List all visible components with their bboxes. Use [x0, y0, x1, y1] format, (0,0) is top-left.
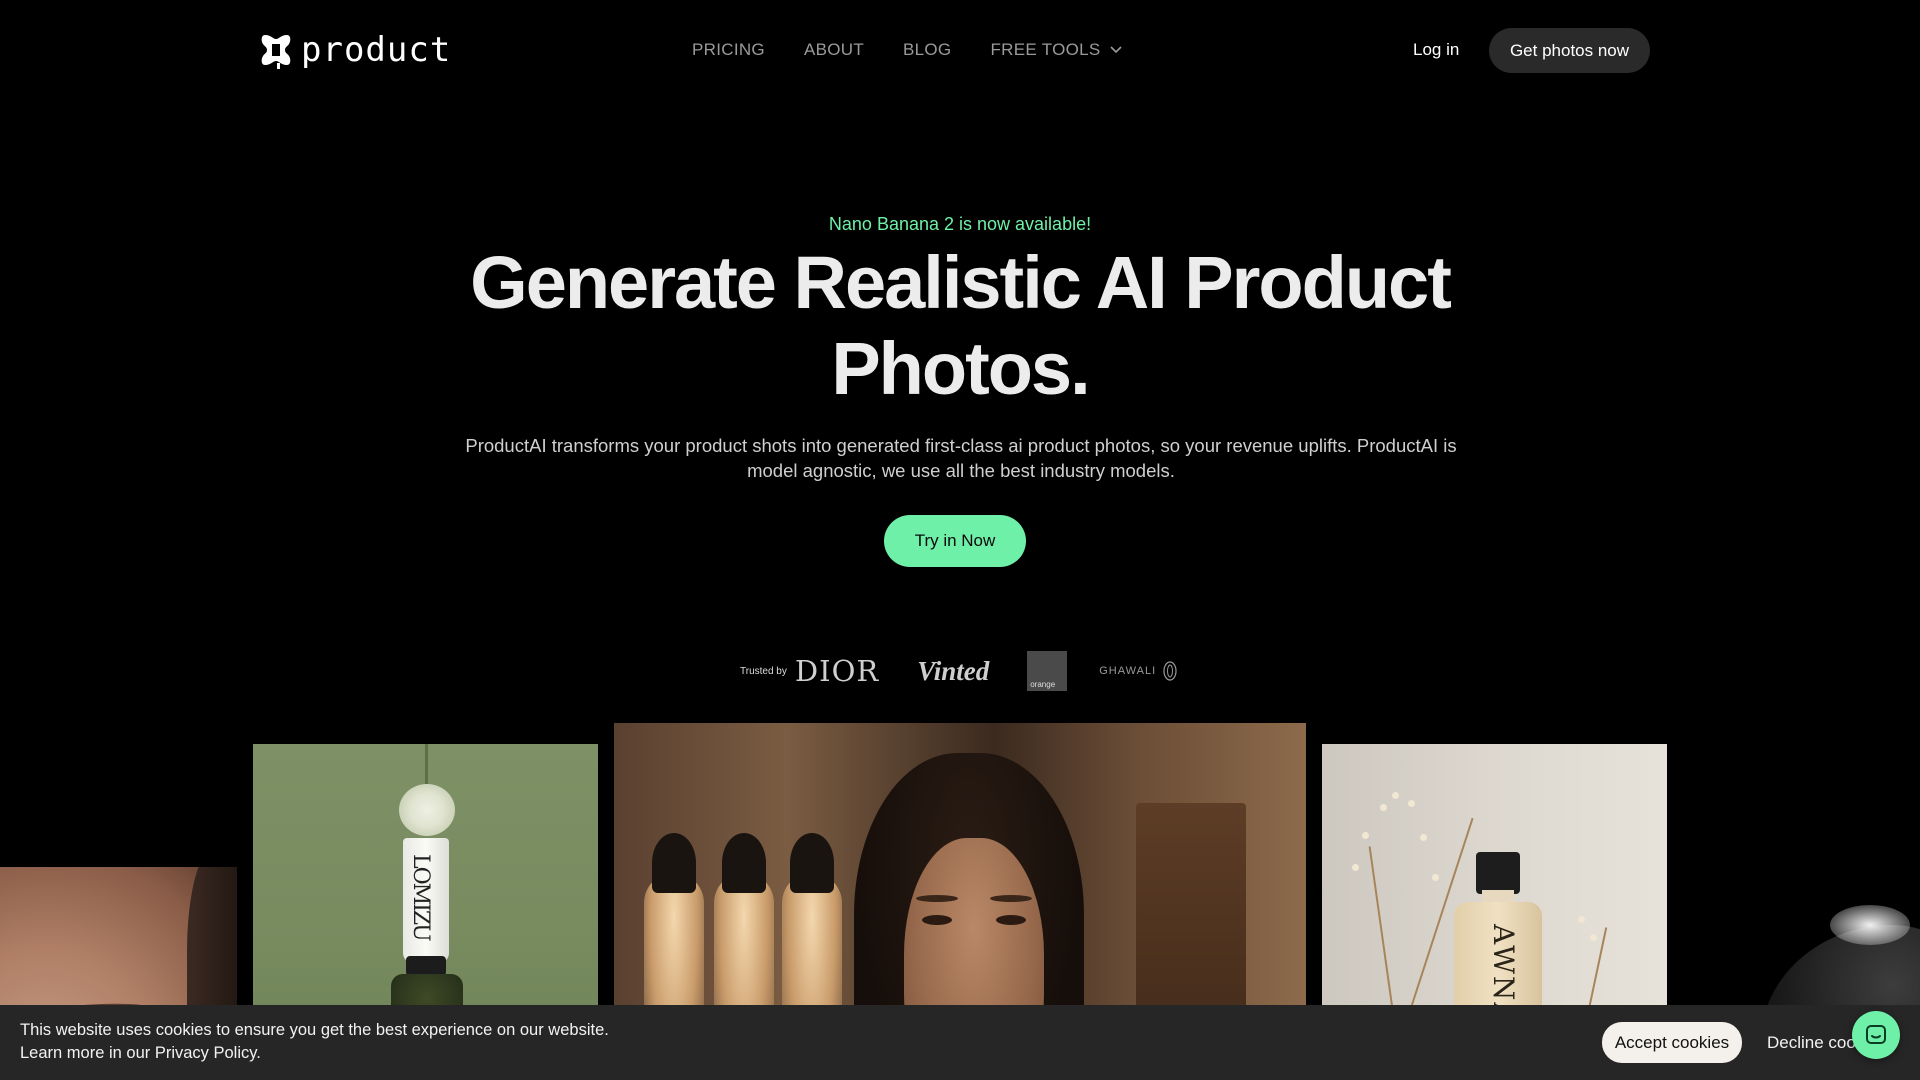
nav-blog[interactable]: BLOG	[903, 40, 951, 60]
nav-links: PRICING ABOUT BLOG FREE TOOLS	[692, 40, 1122, 60]
trusted-label: Trusted by	[740, 665, 787, 677]
logo-icon	[261, 35, 291, 69]
login-link[interactable]: Log in	[1413, 40, 1459, 60]
accept-cookies-button[interactable]: Accept cookies	[1602, 1022, 1742, 1063]
cookie-consent-bar: This website uses cookies to ensure you …	[0, 1005, 1920, 1080]
nav-pricing[interactable]: PRICING	[692, 40, 765, 60]
nav-about[interactable]: ABOUT	[804, 40, 864, 60]
cookie-message: This website uses cookies to ensure you …	[20, 1021, 609, 1039]
logo[interactable]: product	[259, 30, 451, 70]
nav-free-tools[interactable]: FREE TOOLS	[990, 40, 1122, 60]
ghawali-emblem-icon	[1163, 661, 1177, 681]
top-nav: product PRICING ABOUT BLOG FREE TOOLS Lo…	[0, 0, 1920, 100]
brand-logo-orange: orange	[1027, 651, 1068, 691]
brand-logo-dior: DIOR	[794, 654, 880, 688]
chevron-down-icon	[1109, 46, 1122, 54]
hero-headline: Generate Realistic AI Product Photos.	[470, 241, 1452, 410]
brand-logo-vinted: Vinted	[917, 655, 990, 686]
brand-ghawali-text: GHAWALI	[1099, 665, 1157, 677]
announcement-banner[interactable]: Nano Banana 2 is now available!	[0, 214, 1920, 235]
tube-label: LOMIZU	[408, 854, 433, 940]
nav-free-tools-label: FREE TOOLS	[990, 40, 1101, 59]
try-now-button[interactable]: Try in Now	[884, 515, 1026, 567]
get-photos-button[interactable]: Get photos now	[1489, 28, 1650, 73]
brand-orange-text: orange	[1030, 680, 1056, 689]
hero-subtext: ProductAI transforms your product shots …	[465, 435, 1457, 481]
chat-launcher-button[interactable]	[1852, 1011, 1900, 1059]
logo-text: product	[301, 30, 452, 70]
chat-icon	[1866, 1025, 1886, 1044]
privacy-policy-link[interactable]: Learn more in our Privacy Policy.	[20, 1044, 261, 1063]
brand-logo-ghawali: GHAWALI	[1099, 661, 1180, 681]
trusted-by-strip: Trusted by DIOR Vinted orange GHAWALI	[740, 650, 1180, 692]
